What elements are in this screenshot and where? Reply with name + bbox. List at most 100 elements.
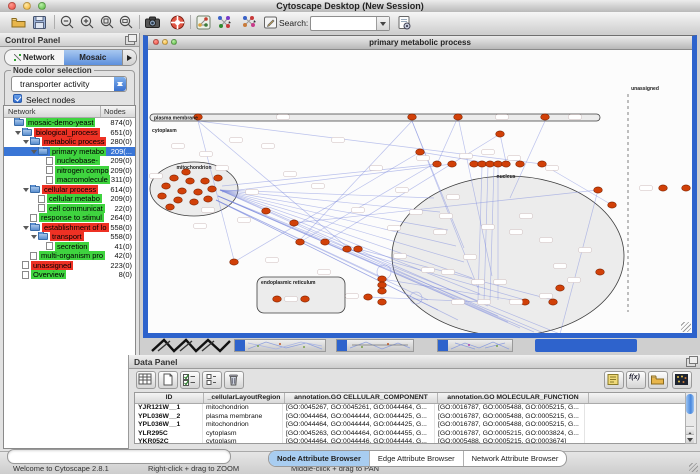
tree-row[interactable]: biological_process651(0) bbox=[4, 128, 135, 138]
tree-row[interactable]: metabolic process280(0) bbox=[4, 137, 135, 147]
graph-node[interactable] bbox=[321, 239, 330, 245]
tree-row[interactable]: cellular metabo209(0) bbox=[4, 194, 135, 204]
graph-node[interactable] bbox=[186, 178, 195, 184]
tab-edge-attribute-browser[interactable]: Edge Attribute Browser bbox=[370, 451, 464, 466]
graph-edge[interactable] bbox=[437, 117, 458, 164]
graph-node[interactable] bbox=[594, 187, 603, 193]
graph-node[interactable] bbox=[538, 161, 547, 167]
unselect-attributes-button[interactable] bbox=[202, 371, 222, 389]
layout-attribute-icon[interactable] bbox=[241, 14, 258, 31]
graph-node[interactable] bbox=[174, 197, 183, 203]
graph-node[interactable] bbox=[516, 161, 525, 167]
tree-col-nodes[interactable]: Nodes bbox=[104, 107, 126, 116]
graph-node[interactable] bbox=[354, 246, 363, 252]
graph-node[interactable] bbox=[549, 299, 558, 305]
tree-row[interactable]: Overview8(0) bbox=[4, 270, 135, 280]
attribute-select[interactable]: transporter activity bbox=[11, 76, 127, 92]
search-dropdown-icon[interactable] bbox=[376, 17, 389, 30]
tree-row[interactable]: response to stimul264(0) bbox=[4, 213, 135, 223]
annotation-icon[interactable] bbox=[262, 14, 279, 31]
tree-row[interactable]: macromolecule311(0) bbox=[4, 175, 135, 185]
table-row[interactable]: YPL036W__2plasma membrane[GO:0044464, GO… bbox=[135, 413, 685, 422]
table-column-header[interactable]: _cellularLayoutRegion bbox=[204, 393, 285, 403]
tree-row[interactable]: cellular process614(0) bbox=[4, 185, 135, 195]
graph-node[interactable] bbox=[178, 188, 187, 194]
formula-builder-button[interactable]: f(x) bbox=[626, 371, 646, 389]
resize-grip[interactable] bbox=[681, 322, 691, 332]
search-options-icon[interactable] bbox=[396, 14, 413, 31]
attribute-table-button[interactable] bbox=[136, 371, 156, 389]
graph-node[interactable] bbox=[208, 186, 217, 192]
graph-node[interactable] bbox=[204, 196, 213, 202]
select-attributes-button[interactable] bbox=[180, 371, 200, 389]
disclosure-triangle-icon[interactable] bbox=[15, 129, 22, 136]
network-view-titlebar[interactable]: primary metabolic process bbox=[148, 36, 692, 50]
tab-network[interactable]: Network bbox=[5, 50, 64, 65]
tree-row[interactable]: mosaic-demo-yeast874(0) bbox=[4, 118, 135, 128]
graph-node[interactable] bbox=[496, 131, 505, 137]
graph-node[interactable] bbox=[486, 161, 495, 167]
attribute-matrix-button[interactable] bbox=[672, 371, 692, 389]
graph-node[interactable] bbox=[214, 175, 223, 181]
zoom-fit-icon[interactable] bbox=[118, 14, 135, 31]
table-column-header[interactable]: annotation.GO CELLULAR_COMPONENT bbox=[285, 393, 438, 403]
tree-row[interactable]: primary metabo209(... bbox=[4, 147, 135, 157]
graph-node[interactable] bbox=[162, 183, 171, 189]
save-icon[interactable] bbox=[31, 14, 48, 31]
minimized-window[interactable] bbox=[535, 339, 637, 352]
scroll-down-icon[interactable] bbox=[686, 434, 694, 443]
graph-node[interactable] bbox=[378, 282, 387, 288]
delete-attribute-button[interactable] bbox=[224, 371, 244, 389]
graph-edge[interactable] bbox=[222, 164, 452, 192]
vizmapper-icon[interactable] bbox=[195, 14, 212, 31]
help-icon[interactable] bbox=[169, 14, 186, 31]
graph-node[interactable] bbox=[378, 299, 387, 305]
import-attributes-button[interactable] bbox=[648, 371, 668, 389]
table-scrollbar[interactable] bbox=[685, 392, 697, 444]
graph-node[interactable] bbox=[166, 204, 175, 210]
table-column-header[interactable]: ID bbox=[135, 393, 204, 403]
scrollbar-thumb[interactable] bbox=[686, 394, 694, 414]
graph-node[interactable] bbox=[378, 288, 387, 294]
graph-node[interactable] bbox=[170, 175, 179, 181]
tree-row[interactable]: nitrogen compo209(0) bbox=[4, 166, 135, 176]
graph-node[interactable] bbox=[408, 114, 417, 120]
graph-node[interactable] bbox=[262, 208, 271, 214]
layout-spring-icon[interactable] bbox=[216, 14, 233, 31]
new-attribute-button[interactable] bbox=[158, 371, 178, 389]
tree-row[interactable]: unassigned223(0) bbox=[4, 261, 135, 271]
open-icon[interactable] bbox=[10, 14, 27, 31]
tab-network-attribute-browser[interactable]: Network Attribute Browser bbox=[464, 451, 567, 466]
zoom-in-icon[interactable] bbox=[79, 14, 96, 31]
table-column-header[interactable]: annotation.GO MOLECULAR_FUNCTION bbox=[438, 393, 589, 403]
table-row[interactable]: YLR295Ccytoplasm[GO:0045263, GO:0044464,… bbox=[135, 430, 685, 439]
graph-node[interactable] bbox=[478, 161, 487, 167]
graph-node[interactable] bbox=[364, 294, 373, 300]
resize-grip[interactable] bbox=[689, 463, 698, 472]
network-view-window[interactable]: primary metabolic process plasma membran… bbox=[143, 35, 697, 338]
minimized-window[interactable] bbox=[234, 339, 326, 352]
minimized-window[interactable] bbox=[336, 339, 414, 352]
graph-edge[interactable] bbox=[198, 121, 542, 164]
tab-overflow-button[interactable] bbox=[122, 50, 136, 65]
graph-node[interactable] bbox=[201, 178, 210, 184]
tree-row[interactable]: multi-organism pro42(0) bbox=[4, 251, 135, 261]
zoom-out-icon[interactable] bbox=[59, 14, 76, 31]
graph-node[interactable] bbox=[502, 161, 511, 167]
float-panel-icon[interactable] bbox=[125, 36, 135, 45]
graph-node[interactable] bbox=[416, 149, 425, 155]
graph-node[interactable] bbox=[608, 202, 617, 208]
table-row[interactable]: YKR052Ccytoplasm[GO:0044464, GO:0044446,… bbox=[135, 438, 685, 444]
graph-node[interactable] bbox=[541, 114, 550, 120]
graph-node[interactable] bbox=[290, 220, 299, 226]
graph-node[interactable] bbox=[470, 161, 479, 167]
graph-node[interactable] bbox=[230, 259, 239, 265]
tab-node-attribute-browser[interactable]: Node Attribute Browser bbox=[269, 451, 370, 466]
tree-row[interactable]: secretion41(0) bbox=[4, 242, 135, 252]
graph-node[interactable] bbox=[343, 246, 352, 252]
table-row[interactable]: YJR121W__1mitochondrion[GO:0045267, GO:0… bbox=[135, 404, 685, 413]
disclosure-triangle-icon[interactable] bbox=[23, 186, 30, 193]
graph-edge[interactable] bbox=[222, 164, 437, 186]
graph-node[interactable] bbox=[378, 276, 387, 282]
graph-node[interactable] bbox=[659, 185, 668, 191]
